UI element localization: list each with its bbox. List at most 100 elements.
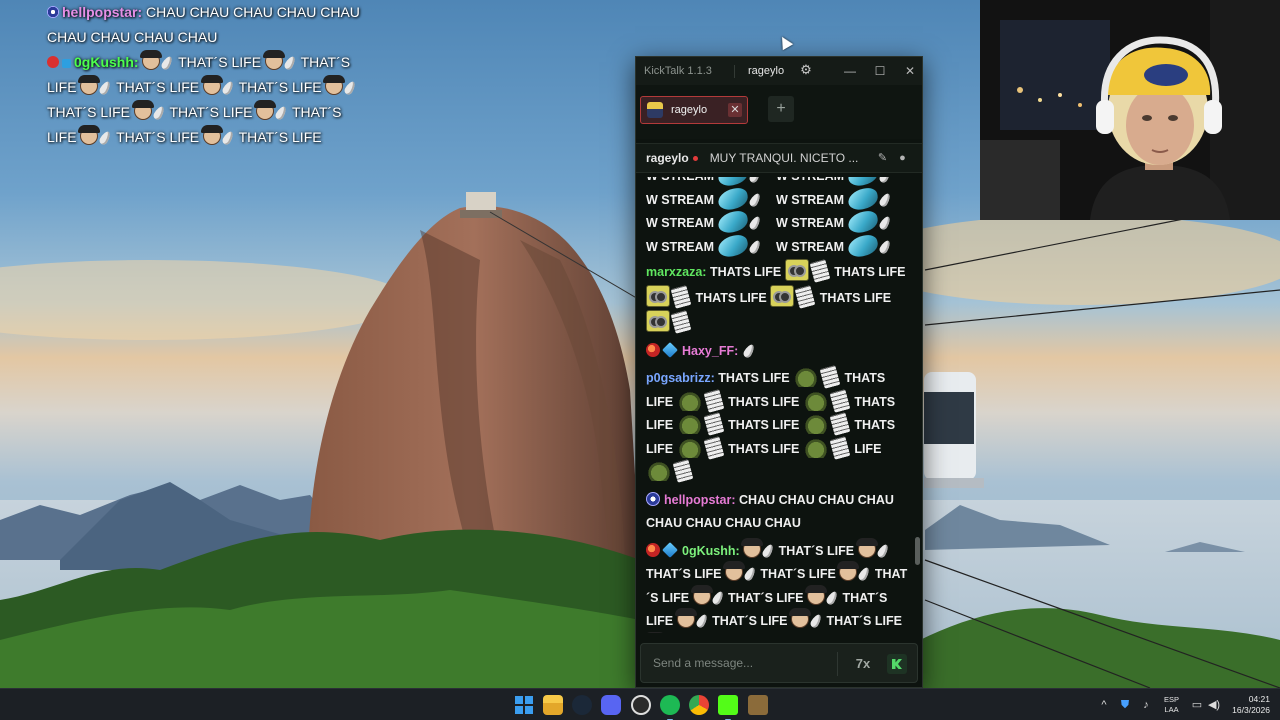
- microphone-icon[interactable]: ♪: [1139, 698, 1153, 712]
- paper-emote-icon: [829, 388, 851, 413]
- settings-gear-icon[interactable]: ⚙: [798, 62, 814, 78]
- chat-username[interactable]: hellpopstar:: [664, 493, 736, 507]
- paper-emote-icon: [672, 459, 694, 483]
- security-shield-icon[interactable]: ⛊: [1118, 698, 1132, 712]
- paper-emote-icon: [703, 388, 724, 413]
- obs-icon[interactable]: [631, 695, 651, 715]
- feather-emote-icon: [741, 342, 756, 359]
- system-clock[interactable]: 04:21 16/3/2026: [1232, 694, 1270, 716]
- chat-message: marxzaza: THATS LIFE THATS LIFE THATS LI…: [646, 259, 910, 336]
- user-icon[interactable]: ●: [896, 152, 909, 165]
- close-icon[interactable]: ✕: [900, 61, 920, 81]
- live-indicator: [692, 155, 698, 161]
- file-explorer-icon[interactable]: [543, 695, 563, 715]
- face-emote-icon: [262, 50, 285, 70]
- chat-username[interactable]: Haxy_FF:: [682, 344, 738, 358]
- chat-username[interactable]: marxzaza:: [646, 265, 706, 279]
- feather-emote-icon: [747, 214, 762, 232]
- feather-emote-icon: [160, 54, 175, 72]
- face-emote-icon: [722, 561, 745, 581]
- translate-icon[interactable]: 7x: [853, 654, 873, 674]
- chevron-up-icon[interactable]: ^: [1097, 698, 1111, 712]
- fish-emote-icon: [715, 209, 750, 235]
- fish-emote-icon: [845, 185, 880, 212]
- face-emote-icon: [254, 100, 277, 120]
- badge-icon: [47, 56, 59, 68]
- face-emote-icon: [804, 584, 827, 605]
- pin-icon[interactable]: ✎: [876, 152, 889, 165]
- feather-emote-icon: [877, 214, 892, 232]
- minimize-icon[interactable]: —: [840, 61, 860, 81]
- chat-text: THAT´S LIFE: [826, 614, 902, 628]
- overlay-chat: hellpopstar: CHAU CHAU CHAU CHAU CHAU CH…: [47, 0, 367, 150]
- discord-icon[interactable]: [601, 695, 621, 715]
- message-input[interactable]: [653, 656, 833, 670]
- face-emote-icon: [323, 75, 346, 95]
- network-icon[interactable]: ▭: [1190, 698, 1204, 712]
- overlay-message-text: THAT´S LIFE: [169, 104, 253, 120]
- app-title: KickTalk 1.1.3: [644, 65, 712, 77]
- tab-close-icon[interactable]: ✕: [728, 103, 742, 117]
- overlay-message-text: THAT´S LIFE: [238, 79, 322, 95]
- paper-emote-icon: [829, 435, 851, 460]
- chat-username[interactable]: 0gKushh:: [682, 544, 740, 558]
- tab-rageylo[interactable]: rageylo ✕: [640, 96, 748, 124]
- face-emote-icon: [674, 608, 697, 628]
- face-emote-icon: [140, 50, 163, 70]
- chat-scrollbar[interactable]: [915, 537, 920, 565]
- maximize-icon[interactable]: ☐: [870, 61, 890, 81]
- chat-text: THAT´S LIFE: [760, 567, 836, 581]
- chat-text: THATS LIFE: [834, 265, 906, 279]
- overlay-message-text: THAT´S LIFE: [116, 79, 200, 95]
- minecraft-icon[interactable]: [748, 695, 768, 715]
- face-emote-icon: [690, 584, 713, 605]
- paper-emote-icon: [794, 284, 816, 309]
- title-bar[interactable]: KickTalk 1.1.3 rageylo ⚙ — ☐ ✕: [636, 57, 922, 85]
- chat-line: W STREAM: [776, 177, 906, 189]
- chat-messages[interactable]: W STREAM W STREAM W STREAM W STREAM W ST…: [636, 177, 918, 633]
- face-emote-icon: [855, 537, 878, 558]
- face-emote-icon: [789, 608, 811, 628]
- overlay-username: 0gKushh:: [74, 54, 139, 70]
- chat-text: THATS LIFE: [695, 290, 767, 305]
- turtle-emote-icon: [802, 390, 829, 411]
- keyboard-layout: LAA: [1164, 705, 1179, 714]
- fish-emote-icon: [845, 209, 880, 235]
- channel-name[interactable]: rageylo: [646, 151, 689, 165]
- webcam-illustration: [980, 0, 1280, 220]
- steam-icon[interactable]: [572, 695, 592, 715]
- chat-line: W STREAM: [646, 185, 776, 213]
- overlay-message-text: THAT´S LIFE: [116, 129, 200, 145]
- chrome-icon[interactable]: [689, 695, 709, 715]
- feather-emote-icon: [742, 565, 757, 583]
- language-indicator[interactable]: ESP LAA: [1164, 695, 1179, 715]
- face-emote-icon: [200, 125, 223, 145]
- kick-icon[interactable]: [718, 695, 738, 720]
- chat-line: W STREAM: [776, 185, 906, 213]
- cube-badge-icon: [662, 541, 678, 558]
- spotify-icon[interactable]: [660, 695, 680, 720]
- chat-text: THATS LIFE: [709, 265, 782, 279]
- kick-emote-button-icon[interactable]: [887, 654, 907, 674]
- channel-header: rageylo MUY TRANQUI. NICETO ... ✎ ●: [636, 143, 922, 173]
- face-emote-icon: [78, 75, 101, 95]
- overlay-chat-message: 0gKushh: THAT´S LIFE THAT´S LIFE THAT´S …: [47, 50, 367, 150]
- add-tab-button[interactable]: +: [768, 96, 794, 122]
- chat-message: 0gKushh: THAT´S LIFE THAT´S LIFE THAT´S …: [644, 537, 910, 633]
- chat-text: THATS LIFE: [718, 371, 790, 385]
- stream-title: MUY TRANQUI. NICETO ...: [709, 151, 859, 165]
- start-windows-icon[interactable]: [514, 695, 534, 715]
- overlay-message-text: THAT´S LIFE: [178, 54, 262, 70]
- volume-icon[interactable]: ◀): [1207, 698, 1221, 712]
- chat-username[interactable]: p0gsabrizz:: [646, 371, 715, 385]
- channel-avatar: [647, 102, 663, 118]
- overlay-message-text: THAT´S LIFE: [238, 129, 322, 145]
- badge-icon: [646, 491, 660, 506]
- chat-line: W STREAM: [776, 209, 906, 236]
- fish-emote-icon: [715, 185, 750, 212]
- paper-emote-icon: [670, 284, 692, 309]
- overlay-username: hellpopstar:: [62, 4, 143, 20]
- logged-in-user[interactable]: rageylo: [748, 65, 784, 77]
- paper-emote-icon: [703, 412, 724, 436]
- paper-emote-icon: [809, 259, 831, 283]
